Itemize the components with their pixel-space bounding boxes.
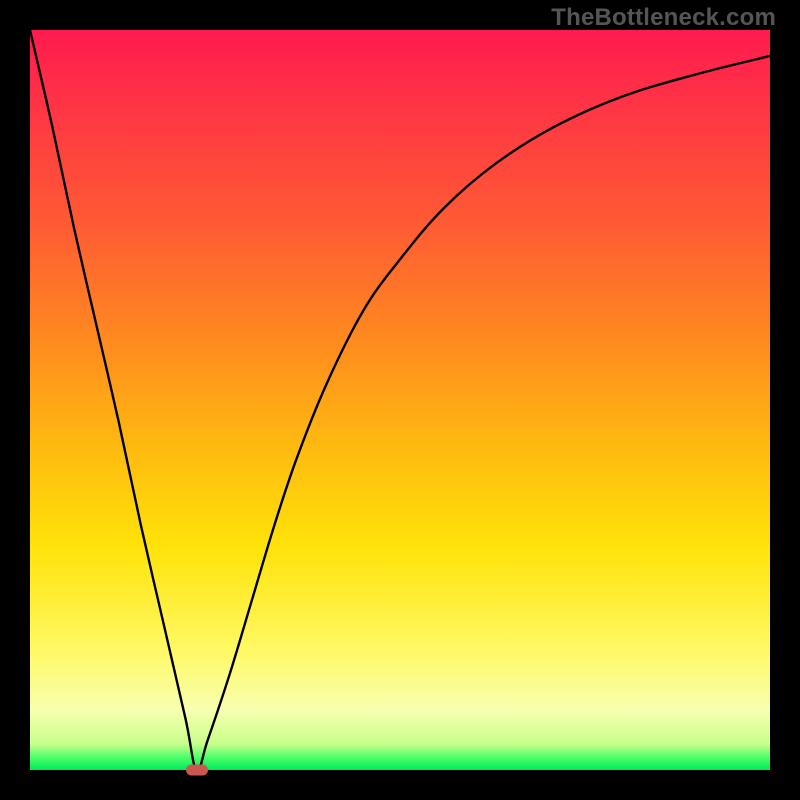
minimum-marker bbox=[186, 765, 208, 776]
curve-svg bbox=[30, 30, 770, 770]
bottleneck-curve-path bbox=[30, 30, 770, 770]
plot-area bbox=[30, 30, 770, 770]
watermark-text: TheBottleneck.com bbox=[551, 4, 776, 32]
chart-frame: TheBottleneck.com bbox=[0, 0, 800, 800]
